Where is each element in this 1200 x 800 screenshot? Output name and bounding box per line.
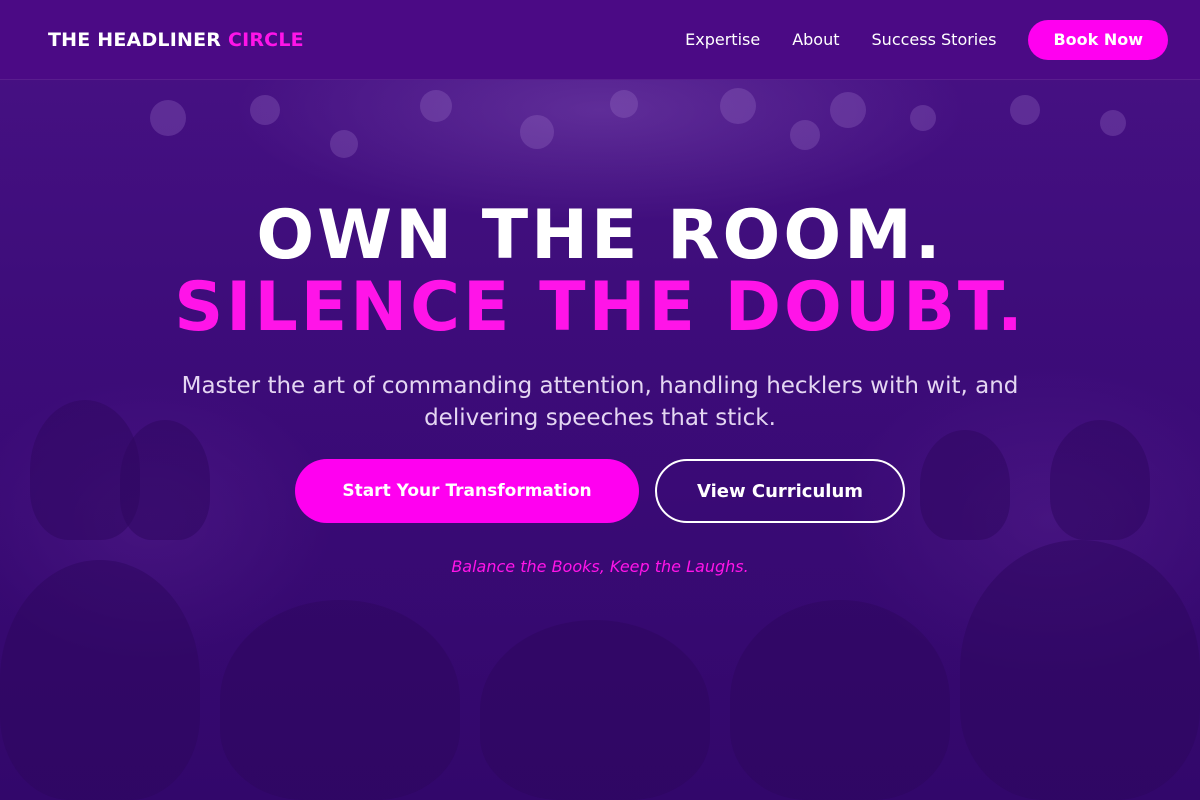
hero-subheadline: Master the art of commanding attention, … [181, 373, 1019, 431]
hero-tagline: Balance the Books, Keep the Laughs. [451, 557, 749, 576]
hero-headline: OWN THE ROOM. SILENCE THE DOUBT. [174, 200, 1026, 344]
hero-section: OWN THE ROOM. SILENCE THE DOUBT. Master … [0, 80, 1200, 800]
brand-name-accent: CIRCLE [227, 28, 304, 51]
nav-links: Expertise About Success Stories Book Now [685, 19, 1168, 60]
hero-headline-line2: SILENCE THE DOUBT. [174, 268, 1026, 347]
nav-link-expertise[interactable]: Expertise [685, 30, 760, 49]
book-now-button[interactable]: Book Now [1028, 19, 1168, 60]
hero-cta-group: Start Your Transformation View Curriculu… [295, 459, 905, 523]
brand-logo[interactable]: THE HEADLINER CIRCLE [48, 29, 304, 51]
top-navbar: THE HEADLINER CIRCLE Expertise About Suc… [0, 0, 1200, 80]
hero-headline-line1: OWN THE ROOM. [256, 196, 944, 275]
nav-link-success-stories[interactable]: Success Stories [872, 30, 997, 49]
nav-link-about[interactable]: About [792, 30, 839, 49]
view-curriculum-button[interactable]: View Curriculum [655, 459, 905, 523]
start-transformation-button[interactable]: Start Your Transformation [295, 459, 639, 523]
brand-name: THE HEADLINER [48, 28, 222, 51]
